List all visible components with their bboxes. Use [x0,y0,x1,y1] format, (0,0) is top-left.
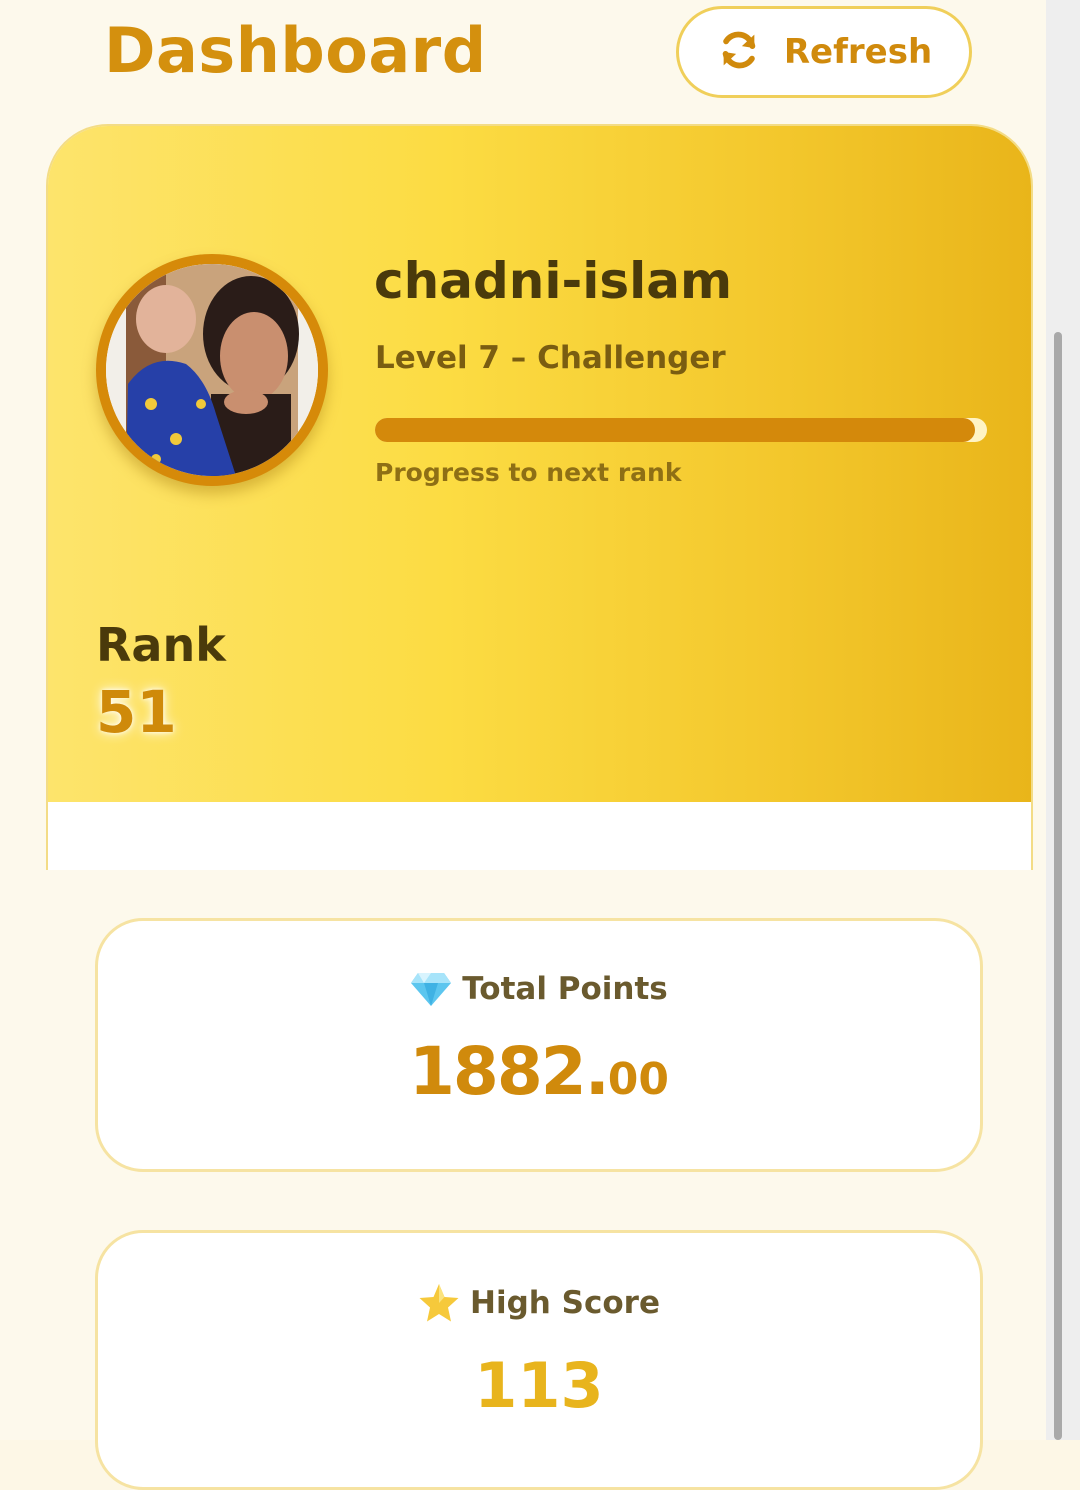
rank-progress-bar [375,418,987,442]
rank-progress-fill [375,418,975,442]
rank-label: Rank [96,618,226,672]
rank-value: 51 [96,678,177,746]
refresh-button[interactable]: Refresh [676,6,972,98]
refresh-label: Refresh [783,32,933,72]
scrollbar-thumb[interactable] [1054,332,1062,1440]
profile-card-footer [48,802,1031,870]
high-score-label: High Score [470,1285,660,1321]
high-score-header: High Score [98,1283,980,1323]
total-points-header: Total Points [98,971,980,1007]
profile-card: chadni-islam Level 7 – Challenger Progre… [46,124,1033,870]
profile-hero: chadni-islam Level 7 – Challenger Progre… [48,126,1031,802]
gem-icon [410,971,452,1007]
refresh-icon [716,27,762,77]
username: chadni-islam [374,252,733,310]
page-title: Dashboard [104,14,487,87]
total-points-integer: 1882. [409,1033,610,1110]
app-root: Dashboard Refresh chadni-islam Level 7 –… [0,0,1046,1490]
total-points-card: Total Points 1882.00 [95,918,983,1172]
avatar [96,254,328,486]
avatar-photo [106,264,318,476]
star-icon [418,1283,460,1323]
high-score-value: 113 [474,1349,604,1422]
scrollbar-track[interactable] [1046,0,1080,1440]
total-points-value: 1882.00 [98,1033,980,1110]
progress-caption: Progress to next rank [375,458,682,487]
total-points-label: Total Points [462,971,668,1007]
high-score-card: High Score 113 [95,1230,983,1490]
level-text: Level 7 – Challenger [375,340,726,376]
total-points-decimal: 00 [607,1054,669,1105]
